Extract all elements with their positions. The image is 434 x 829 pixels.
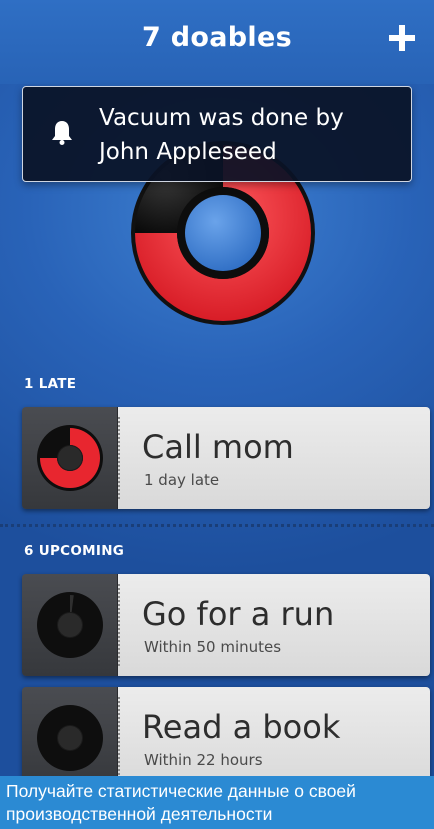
caption-banner: Получайте статистические данные о своей …	[0, 776, 434, 829]
task-card-go-for-a-run[interactable]: Go for a run Within 50 minutes	[22, 574, 430, 676]
task-card-read-a-book[interactable]: Read a book Within 22 hours	[22, 687, 430, 776]
task-indicator	[22, 407, 118, 509]
bell-icon	[52, 121, 72, 145]
header-bar: 7 doables	[0, 0, 434, 84]
task-title: Read a book	[142, 708, 341, 746]
notification-toast[interactable]: Vacuum was done by John Appleseed	[22, 86, 412, 182]
task-due-text: Within 22 hours	[144, 751, 263, 769]
add-task-button[interactable]	[382, 16, 422, 60]
task-progress-donut	[37, 705, 103, 771]
task-due-text: 1 day late	[144, 471, 220, 489]
task-indicator	[22, 687, 118, 776]
plus-icon	[389, 25, 415, 51]
task-progress-donut	[37, 592, 103, 658]
task-title: Go for a run	[142, 595, 335, 633]
task-progress-donut	[37, 425, 103, 491]
task-card-call-mom[interactable]: Call mom 1 day late	[22, 407, 430, 509]
page-title: 7 doables	[142, 22, 292, 53]
task-indicator	[22, 574, 118, 676]
notification-message: Vacuum was done by John Appleseed	[99, 105, 344, 165]
upcoming-section-label: 6 UPCOMING	[24, 543, 125, 559]
task-due-text: Within 50 minutes	[144, 638, 282, 656]
app-screen: 7 doables Vacuum was done by John Apples…	[0, 0, 434, 776]
donut-center	[185, 195, 261, 271]
section-divider	[0, 524, 434, 527]
task-title: Call mom	[142, 428, 294, 466]
late-section-label: 1 LATE	[24, 376, 77, 392]
